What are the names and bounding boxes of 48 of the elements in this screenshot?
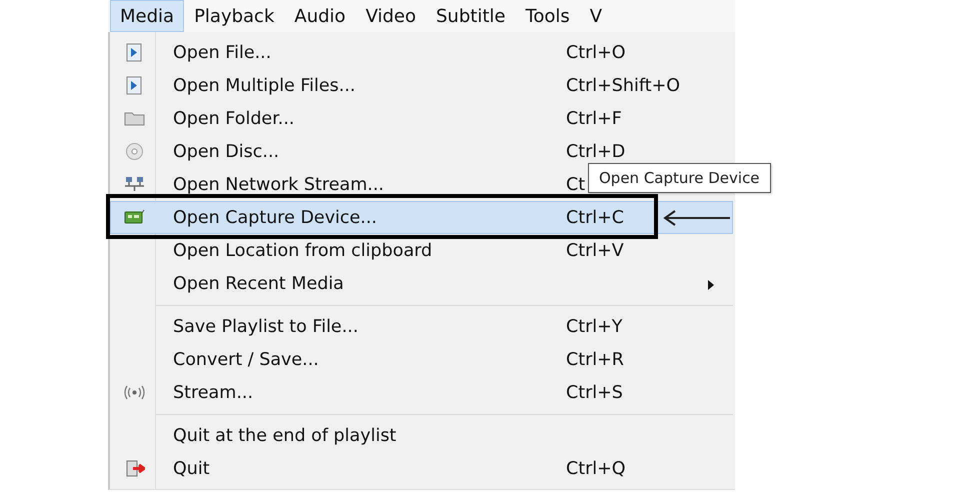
menu-item-label: Quit [173, 458, 211, 478]
shortcut-text: Ctrl+V [566, 240, 624, 260]
menu-bar-item[interactable]: Tools [515, 0, 580, 32]
tooltip: Open Capture Device [588, 163, 771, 193]
menu-bar-item[interactable]: Subtitle [426, 0, 516, 32]
menu-item-label: Open Disc... [173, 142, 280, 162]
shortcut-text: Ctrl+R [566, 350, 624, 370]
media-file-icon [124, 42, 144, 63]
menu-item-label: Open Recent Media [173, 274, 345, 294]
menu-item[interactable]: Open Recent Media [110, 267, 733, 300]
menu-bar-item[interactable]: Video [356, 0, 426, 32]
shortcut-text: Ctrl+D [566, 142, 626, 162]
shortcut-text: Ctrl+Y [566, 316, 622, 336]
menu-item[interactable]: Open File... Ctrl+O [110, 36, 733, 69]
menu-item[interactable]: Quit Ctrl+Q [110, 452, 733, 485]
menu-item[interactable]: Open Folder... Ctrl+F [110, 102, 733, 135]
menu-item-label: Stream... [173, 382, 254, 402]
shortcut-text: Ctrl+F [566, 108, 622, 128]
menu-bar-item[interactable]: Audio [284, 0, 356, 32]
menu-item[interactable]: Stream... Ctrl+S [110, 376, 733, 409]
menu-item-label: Quit at the end of playlist [173, 426, 398, 446]
menu-item-label: Open Capture Device... [173, 208, 378, 228]
menu-item-label: Open Folder... [173, 108, 296, 128]
menu-item[interactable]: Quit at the end of playlist [110, 419, 733, 452]
shortcut-text: Ct [566, 174, 586, 194]
menu-item-label: Open Network Stream... [173, 174, 385, 194]
exit-icon [124, 458, 144, 479]
menu-item[interactable]: Open Capture Device... Ctrl+C [110, 201, 733, 234]
pointer-arrow [662, 209, 732, 227]
menu-bar-item[interactable]: Media [110, 0, 184, 32]
shortcut-text: Ctrl+S [566, 382, 623, 402]
shortcut-text: Ctrl+Q [566, 458, 626, 478]
menu-item-label: Open Location from clipboard [173, 240, 434, 260]
menu-item-label: Convert / Save... [173, 350, 320, 370]
media-file-icon [124, 75, 144, 96]
menu-item[interactable]: Open Location from clipboard Ctrl+V [110, 234, 733, 267]
menu-item[interactable]: Open Multiple Files... Ctrl+Shift+O [110, 69, 733, 102]
menu-item-label: Open Multiple Files... [173, 76, 356, 96]
menu-item-label: Open File... [173, 42, 272, 62]
menu-item[interactable]: Save Playlist to File... Ctrl+Y [110, 310, 733, 343]
shortcut-text: Ctrl+O [566, 42, 626, 62]
disc-icon [124, 141, 144, 162]
menu-bar-item[interactable]: Playback [184, 0, 284, 32]
shortcut-text: Ctrl+C [566, 208, 624, 228]
menu-bar-item[interactable]: V [580, 0, 612, 32]
menu-item-label: Save Playlist to File... [173, 316, 360, 336]
menu-item[interactable]: Convert / Save... Ctrl+R [110, 343, 733, 376]
shortcut-text: Ctrl+Shift+O [566, 76, 680, 96]
